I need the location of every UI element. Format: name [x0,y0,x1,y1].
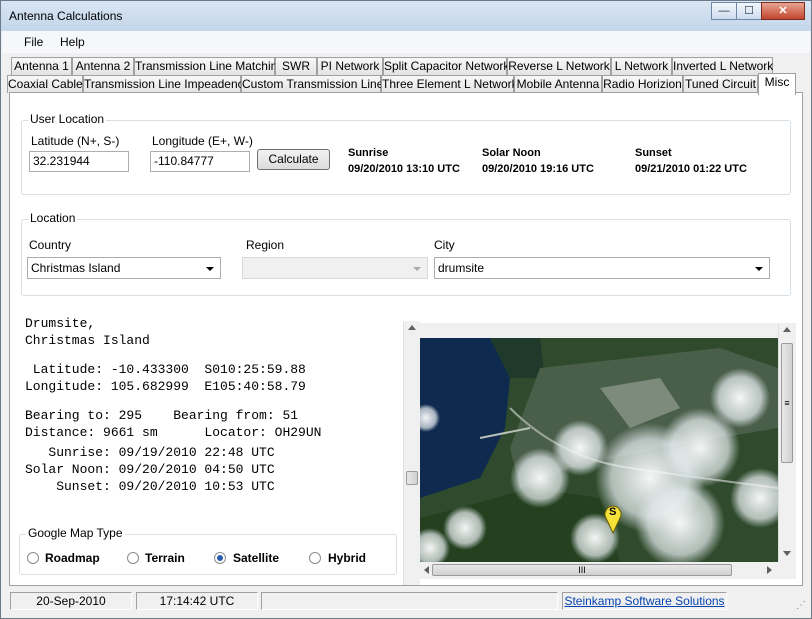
user-location-title: User Location [28,112,107,126]
tab-antenna-2[interactable]: Antenna 2 [72,57,134,75]
status-date: 20-Sep-2010 [10,592,132,610]
tab-transmission-line-impeadence[interactable]: Transmission Line Impeadence [83,75,250,93]
details-scrollbar[interactable] [403,321,420,585]
latitude-input[interactable]: 32.231944 [29,151,129,172]
tab-l-network[interactable]: L Network [611,57,672,75]
satellite-radio[interactable] [214,552,226,564]
details-line-7: Sunrise: 09/19/2010 22:48 UTC [25,445,275,460]
tab-reverse-l-network[interactable]: Reverse L Network [507,57,611,75]
map-vertical-scrollbar[interactable]: ≡ [778,323,795,563]
tab-tuned-circuit[interactable]: Tuned Circuit [683,75,758,93]
country-label: Country [29,238,72,252]
window-title: Antenna Calculations [9,9,123,23]
menu-bar: File Help [2,31,810,53]
scroll-up-icon[interactable] [408,325,416,330]
tab-antenna-1[interactable]: Antenna 1 [11,57,72,75]
terrain-radio[interactable] [127,552,139,564]
details-line-9: Sunset: 09/20/2010 10:53 UTC [25,479,275,494]
longitude-input[interactable]: -110.84777 [150,151,250,172]
tab-split-capacitor-network[interactable]: Split Capacitor Network [383,57,509,75]
solar-noon-value: 09/20/2010 19:16 UTC [482,163,594,175]
hybrid-radio[interactable] [309,552,321,564]
solar-noon-label: Solar Noon [482,147,541,159]
status-time: 17:14:42 UTC [136,592,258,610]
city-select[interactable]: drumsite [434,257,770,279]
country-select[interactable]: Christmas Island [27,257,221,279]
title-bar[interactable]: Antenna Calculations — ☐ ✕ [1,1,811,31]
tab-custom-transmission-lines[interactable]: Custom Transmission Lines [241,75,389,93]
sunset-label: Sunset [635,147,672,159]
status-bar: 20-Sep-2010 17:14:42 UTC Steinkamp Softw… [2,588,810,618]
details-line-8: Solar Noon: 09/20/2010 04:50 UTC [25,462,275,477]
map-marker-icon[interactable]: S [603,504,623,535]
city-label: City [434,238,455,252]
details-panel: Drumsite, Christmas Island Latitude: -10… [16,313,420,585]
tab-pi-network[interactable]: PI Network [317,57,383,75]
tab-misc[interactable]: Misc [758,73,796,95]
calculate-button[interactable]: Calculate [257,149,330,170]
map-horizontal-scrollbar[interactable]: III [420,562,778,579]
map-hscroll-thumb[interactable]: III [432,564,732,576]
region-label: Region [246,238,285,252]
user-location-group: User Location Latitude (N+, S-) 32.23194… [21,112,791,195]
close-button[interactable]: ✕ [761,2,805,20]
tab-mobile-antenna[interactable]: Mobile Antenna [514,75,602,93]
minimize-button[interactable]: — [711,2,737,20]
maximize-button[interactable]: ☐ [736,2,762,20]
sunset-value: 09/21/2010 01:22 UTC [635,163,747,175]
resize-grip-icon[interactable]: ⋰ [796,600,806,611]
location-group: Location Country Christmas Island Region… [21,211,791,296]
map-vscroll-thumb[interactable]: ≡ [781,343,793,463]
details-line-3: Latitude: -10.433300 S010:25:59.88 [25,362,306,377]
scroll-up-icon[interactable] [783,327,791,332]
tab-coaxial-cable[interactable]: Coaxial Cable [7,75,83,93]
region-select[interactable] [242,257,428,279]
location-title: Location [28,211,78,225]
terrain-label[interactable]: Terrain [145,551,185,565]
satellite-label[interactable]: Satellite [233,551,279,565]
latitude-label: Latitude (N+, S-) [31,134,120,148]
status-message [261,592,558,610]
tab-three-element-l-network[interactable]: Three Element L Network [381,75,518,93]
tab-radio-horizion[interactable]: Radio Horizion [602,75,683,93]
sunrise-value: 09/20/2010 13:10 UTC [348,163,460,175]
satellite-map[interactable]: S [420,338,778,562]
chevron-down-icon [755,267,763,271]
map-type-title: Google Map Type [26,526,125,540]
details-line-2: Christmas Island [25,333,150,348]
scroll-down-icon[interactable] [783,551,791,556]
chevron-down-icon [413,267,421,271]
menu-help[interactable]: Help [60,35,85,49]
map-container: S ≡ III [420,323,796,579]
details-scroll-thumb[interactable] [406,471,418,485]
window-controls: — ☐ ✕ [711,2,805,20]
details-line-6: Distance: 9661 sm Locator: OH29UN [25,425,322,440]
app-window: Antenna Calculations — ☐ ✕ File Help Ant… [0,0,812,619]
details-line-4: Longitude: 105.682999 E105:40:58.79 [25,379,306,394]
misc-tab-page: User Location Latitude (N+, S-) 32.23194… [9,92,803,586]
longitude-label: Longitude (E+, W-) [152,134,253,148]
tab-swr[interactable]: SWR [275,57,317,75]
steinkamp-link[interactable]: Steinkamp Software Solutions [562,592,727,610]
satellite-imagery [420,338,778,562]
menu-file[interactable]: File [24,35,43,49]
hybrid-label[interactable]: Hybrid [328,551,366,565]
roadmap-radio[interactable] [27,552,39,564]
tab-transmission-line-matching[interactable]: Transmission Line Matching [134,57,284,75]
map-type-group: Google Map Type Roadmap Terrain Satellit… [19,526,397,575]
chevron-down-icon [206,267,214,271]
details-line-5: Bearing to: 295 Bearing from: 51 [25,408,299,423]
roadmap-label[interactable]: Roadmap [45,551,100,565]
country-value: Christmas Island [31,261,121,275]
scroll-left-icon[interactable] [424,566,429,574]
sunrise-label: Sunrise [348,147,389,159]
details-line-1: Drumsite, [25,316,96,331]
city-value: drumsite [438,261,485,275]
scroll-right-icon[interactable] [767,566,772,574]
map-marker-label: S [609,506,617,518]
